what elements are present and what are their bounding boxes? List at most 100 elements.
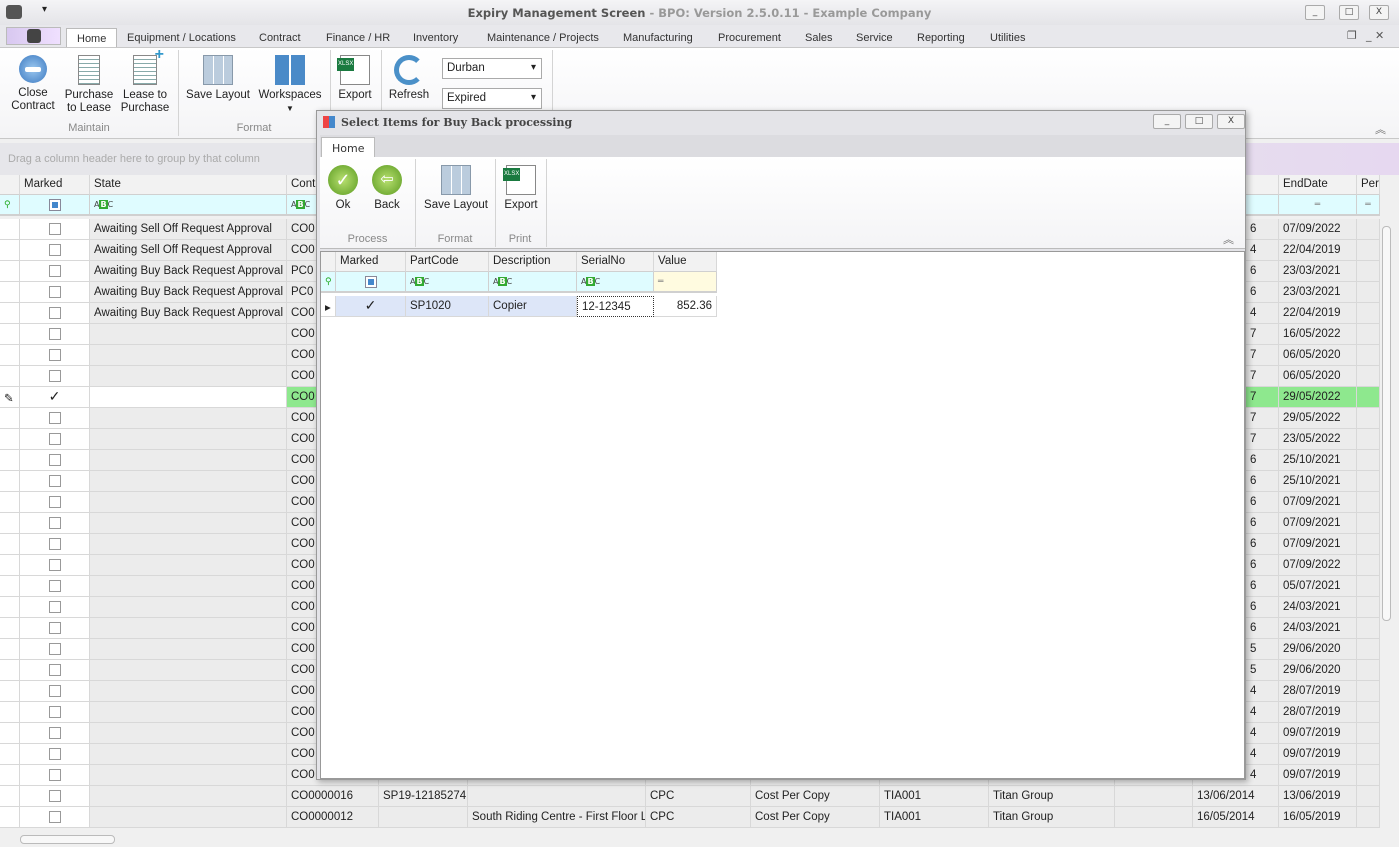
workspaces-button[interactable]: Workspaces ▼	[258, 55, 322, 115]
dialog-filter-cell[interactable]: ⚲	[321, 272, 336, 293]
cell-marked[interactable]	[20, 597, 90, 618]
marked-checkbox[interactable]	[48, 622, 61, 634]
dialog-filter-cell[interactable]: ABC	[489, 272, 577, 293]
ok-button[interactable]: ✓ Ok	[327, 165, 359, 212]
cell-marked[interactable]	[20, 324, 90, 345]
dialog-filter-cell[interactable]	[336, 272, 406, 293]
filter-cell[interactable]: ABC	[90, 195, 287, 216]
marked-checkbox[interactable]	[48, 454, 61, 466]
tab-reporting[interactable]: Reporting	[917, 28, 965, 48]
marked-checkbox[interactable]	[48, 517, 61, 529]
dialog-column-header-value[interactable]: Value	[654, 252, 717, 272]
collapse-ribbon-icon[interactable]: ︽	[1375, 121, 1386, 137]
cell-marked[interactable]	[20, 219, 90, 240]
cell-marked[interactable]	[20, 240, 90, 261]
scroll-thumb[interactable]	[1382, 226, 1391, 621]
tab-utilities[interactable]: Utilities	[990, 28, 1025, 48]
close-button[interactable]: X	[1369, 5, 1389, 20]
dialog-close-button[interactable]: X	[1217, 114, 1245, 129]
tab-contract[interactable]: Contract	[259, 28, 301, 48]
scroll-thumb[interactable]	[20, 835, 115, 844]
cell-marked[interactable]	[20, 702, 90, 723]
dialog-column-header-partcode[interactable]: PartCode	[406, 252, 489, 272]
marked-checkbox[interactable]	[48, 790, 61, 802]
filter-cell[interactable]: ⚲	[0, 195, 20, 216]
dialog-maximize-button[interactable]: □	[1185, 114, 1213, 129]
column-header-state[interactable]: State	[90, 175, 287, 195]
tab-procurement[interactable]: Procurement	[718, 28, 781, 48]
marked-checkbox[interactable]	[48, 223, 61, 235]
dialog-save-layout-button[interactable]: Save Layout	[421, 165, 491, 212]
cell-marked[interactable]	[20, 576, 90, 597]
column-header-period[interactable]: Period	[1357, 175, 1380, 195]
cell-marked[interactable]	[20, 513, 90, 534]
status-select[interactable]: Expired	[442, 88, 542, 109]
filter-cell[interactable]: ═	[1279, 195, 1357, 216]
marked-checkbox[interactable]	[48, 685, 61, 697]
filter-cell[interactable]	[20, 195, 90, 216]
cell-marked[interactable]	[20, 345, 90, 366]
cell-marked[interactable]	[20, 618, 90, 639]
tab-equipment-locations[interactable]: Equipment / Locations	[127, 28, 236, 48]
marked-checkbox[interactable]: ✓	[49, 389, 61, 403]
marked-checkbox[interactable]	[48, 643, 61, 655]
lease-to-purchase-button[interactable]: + Lease to Purchase	[118, 47, 172, 115]
close-contract-button[interactable]: Close Contract	[8, 55, 58, 113]
cell-marked[interactable]	[20, 744, 90, 765]
collapse-ribbon-icon[interactable]: ︽	[1223, 231, 1234, 247]
marked-checkbox[interactable]	[48, 727, 61, 739]
maximize-button[interactable]: □	[1339, 5, 1359, 20]
marked-checkbox[interactable]	[48, 811, 61, 823]
cell-marked[interactable]	[20, 786, 90, 807]
cell-marked[interactable]	[20, 765, 90, 786]
cell-marked[interactable]	[20, 303, 90, 324]
marked-checkbox[interactable]	[48, 748, 61, 760]
cell-marked[interactable]	[20, 555, 90, 576]
save-layout-button[interactable]: Save Layout	[184, 55, 252, 115]
horizontal-scrollbar[interactable]	[0, 831, 1380, 847]
app-menu-button[interactable]	[6, 27, 61, 45]
vertical-scrollbar[interactable]	[1380, 214, 1393, 829]
marked-checkbox[interactable]	[48, 538, 61, 550]
tab-sales[interactable]: Sales	[805, 28, 833, 48]
marked-checkbox[interactable]	[48, 475, 61, 487]
cell-marked[interactable]	[20, 681, 90, 702]
cell-marked[interactable]	[20, 534, 90, 555]
mdi-close-icon[interactable]: ✕	[1375, 29, 1384, 42]
marked-checkbox[interactable]	[48, 307, 61, 319]
marked-checkbox[interactable]	[48, 664, 61, 676]
filter-cell[interactable]: ═	[1357, 195, 1380, 216]
marked-checkbox[interactable]	[48, 349, 61, 361]
marked-checkbox[interactable]	[48, 601, 61, 613]
export-button[interactable]: XLSX Export	[334, 55, 376, 102]
cell-marked[interactable]	[20, 261, 90, 282]
marked-checkbox[interactable]	[48, 580, 61, 592]
cell-marked[interactable]	[20, 408, 90, 429]
cell-marked[interactable]	[20, 639, 90, 660]
minimize-button[interactable]: _	[1305, 5, 1325, 20]
dialog-filter-cell[interactable]: ABC	[577, 272, 654, 293]
branch-select[interactable]: Durban	[442, 58, 542, 79]
marked-checkbox[interactable]	[48, 328, 61, 340]
tab-finance-hr[interactable]: Finance / HR	[326, 28, 390, 48]
column-header-enddate[interactable]: EndDate	[1279, 175, 1357, 195]
refresh-button[interactable]: Refresh	[386, 55, 432, 102]
tab-maintenance-projects[interactable]: Maintenance / Projects	[487, 28, 599, 48]
purchase-to-lease-button[interactable]: Purchase to Lease	[62, 55, 116, 115]
marked-checkbox[interactable]	[48, 559, 61, 571]
dialog-filter-cell[interactable]: ABC	[406, 272, 489, 293]
cell-marked[interactable]: ✓	[20, 387, 90, 408]
dialog-column-header-description[interactable]: Description	[489, 252, 577, 272]
marked-checkbox[interactable]	[48, 286, 61, 298]
dialog-filter-cell[interactable]: ═	[654, 272, 717, 293]
dialog-cell-marked[interactable]: ✓	[336, 296, 406, 317]
cell-marked[interactable]	[20, 807, 90, 828]
cell-marked[interactable]	[20, 429, 90, 450]
dialog-tab-home[interactable]: Home	[321, 137, 376, 157]
cell-marked[interactable]	[20, 660, 90, 681]
tab-home[interactable]: Home	[66, 28, 118, 48]
column-header-marked[interactable]: Marked	[20, 175, 90, 195]
cell-marked[interactable]	[20, 450, 90, 471]
dialog-minimize-button[interactable]: _	[1153, 114, 1181, 129]
marked-checkbox[interactable]: ✓	[365, 298, 377, 312]
